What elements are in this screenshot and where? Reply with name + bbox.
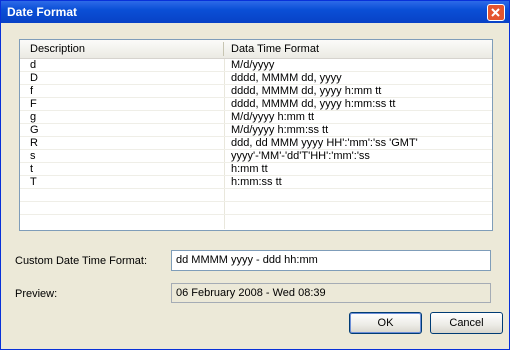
- list-item-description: R: [30, 137, 38, 149]
- list-item[interactable]: g M/d/yyyy h:mm tt: [20, 111, 492, 124]
- list-item[interactable]: d M/d/yyyy: [20, 59, 492, 72]
- format-list[interactable]: Description Data Time Format d M/d/yyyy D…: [19, 39, 493, 231]
- list-item-format: yyyy'-'MM'-'dd'T'HH':'mm':'ss: [231, 150, 370, 162]
- list-item-description: f: [30, 85, 34, 97]
- list-item-empty[interactable]: [20, 202, 492, 215]
- column-divider[interactable]: [223, 42, 224, 56]
- list-item[interactable]: Fdddd, MMMM dd, yyyy h:mm:ss tt: [20, 98, 492, 111]
- close-button[interactable]: [487, 4, 505, 21]
- list-item-format: dddd, MMMM dd, yyyy: [231, 72, 342, 84]
- date-format-dialog: Date Format Description Data Time Format…: [0, 0, 510, 350]
- close-icon: [491, 8, 500, 17]
- list-item-description: g: [30, 111, 37, 123]
- list-item-description: F: [30, 98, 37, 110]
- list-item-description: T: [30, 176, 37, 188]
- custom-format-label: Custom Date Time Format:: [15, 255, 148, 267]
- list-item[interactable]: Ddddd, MMMM dd, yyyy: [20, 72, 492, 85]
- column-header-description[interactable]: Description: [30, 43, 85, 55]
- custom-format-input[interactable]: dd MMMM yyyy - ddd hh:mm: [171, 250, 491, 271]
- list-item-format: dddd, MMMM dd, yyyy h:mm tt: [231, 85, 382, 97]
- list-item[interactable]: Rddd, dd MMM yyyy HH':'mm':'ss 'GMT': [20, 137, 492, 150]
- window-title: Date Format: [7, 5, 78, 19]
- list-item-description: t: [30, 163, 34, 175]
- list-item[interactable]: t h:mm tt: [20, 163, 492, 176]
- cancel-button[interactable]: Cancel: [430, 312, 503, 334]
- list-item-format: ddd, dd MMM yyyy HH':'mm':'ss 'GMT': [231, 137, 418, 149]
- list-item-description: D: [30, 72, 38, 84]
- list-item-description: d: [30, 59, 37, 71]
- list-item-empty[interactable]: [20, 189, 492, 202]
- list-item-format: dddd, MMMM dd, yyyy h:mm:ss tt: [231, 98, 396, 110]
- list-item-format: h:mm tt: [231, 163, 268, 175]
- list-item-format: h:mm:ss tt: [231, 176, 282, 188]
- preview-field: 06 February 2008 - Wed 08:39: [171, 283, 491, 303]
- list-item[interactable]: f dddd, MMMM dd, yyyy h:mm tt: [20, 85, 492, 98]
- list-item[interactable]: s yyyy'-'MM'-'dd'T'HH':'mm':'ss: [20, 150, 492, 163]
- column-header-format[interactable]: Data Time Format: [231, 43, 319, 55]
- list-item-format: M/d/yyyy: [231, 59, 275, 71]
- list-item-format: M/d/yyyy h:mm:ss tt: [231, 124, 329, 136]
- preview-label: Preview:: [15, 288, 58, 300]
- list-item-description: s: [30, 150, 36, 162]
- list-header: Description Data Time Format: [20, 40, 492, 59]
- list-item-description: G: [30, 124, 39, 136]
- list-item-format: M/d/yyyy h:mm tt: [231, 111, 315, 123]
- list-item[interactable]: G M/d/yyyy h:mm:ss tt: [20, 124, 492, 137]
- title-bar: Date Format: [1, 1, 509, 23]
- preview-value: 06 February 2008 - Wed 08:39: [176, 287, 326, 299]
- ok-button[interactable]: OK: [349, 312, 422, 334]
- custom-format-value: dd MMMM yyyy - ddd hh:mm: [176, 254, 318, 266]
- list-item[interactable]: Th:mm:ss tt: [20, 176, 492, 189]
